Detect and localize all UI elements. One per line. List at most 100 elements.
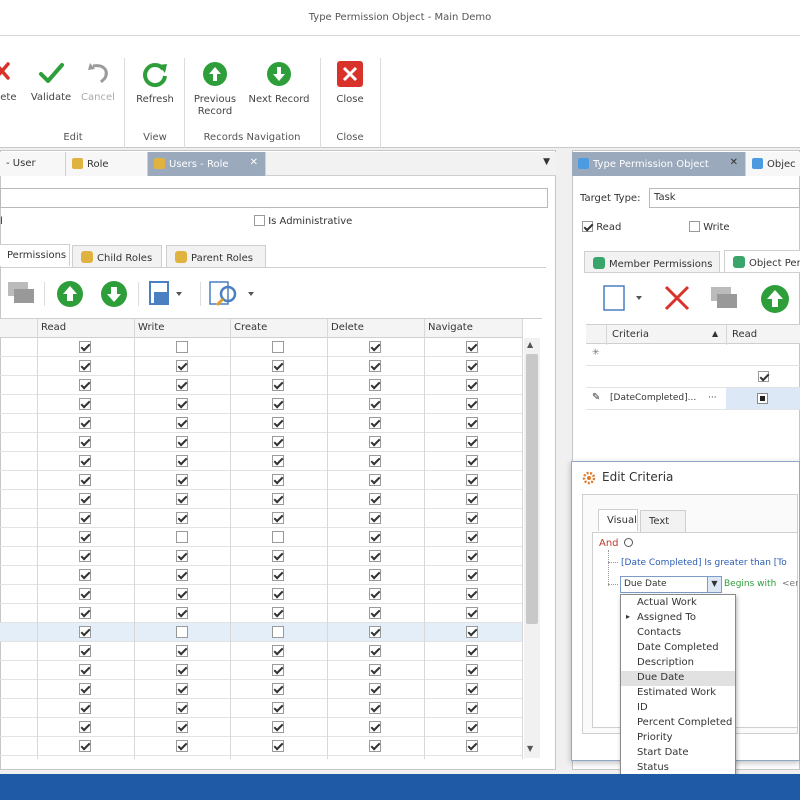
permission-checkbox[interactable] [369,417,381,429]
permission-checkbox[interactable] [176,417,188,429]
sort-asc-icon[interactable]: ▲ [712,329,718,338]
permission-checkbox[interactable] [369,379,381,391]
permission-checkbox[interactable] [79,455,91,467]
table-row[interactable] [0,471,522,490]
tab-user[interactable]: - User [0,152,66,176]
permission-checkbox[interactable] [369,588,381,600]
permission-checkbox[interactable] [176,626,188,638]
tab-close-icon[interactable]: ✕ [730,157,738,168]
permission-checkbox[interactable] [272,683,284,695]
table-row[interactable] [0,642,522,661]
permission-checkbox[interactable] [466,436,478,448]
permission-checkbox[interactable] [466,398,478,410]
cancel-button[interactable]: Cancel [78,60,118,104]
permission-checkbox[interactable] [272,474,284,486]
tab-child-roles[interactable]: Child Roles [72,245,162,267]
permission-checkbox[interactable] [79,569,91,581]
permission-checkbox[interactable] [79,493,91,505]
permission-checkbox[interactable] [272,740,284,752]
tab-permissions[interactable]: Permissions [0,244,70,266]
table-row[interactable] [0,414,522,433]
permission-checkbox[interactable] [272,455,284,467]
grid-scrollbar[interactable]: ▲ ▼ [524,338,540,758]
criteria-read-cell[interactable] [726,388,800,409]
permission-checkbox[interactable] [79,379,91,391]
permission-checkbox[interactable] [369,645,381,657]
permission-checkbox[interactable] [466,531,478,543]
name-field[interactable] [0,188,548,208]
tab-type-permission-object[interactable]: Type Permission Object ✕ [572,152,746,176]
permission-checkbox[interactable] [369,531,381,543]
permission-checkbox[interactable] [369,740,381,752]
permission-checkbox[interactable] [466,740,478,752]
table-row[interactable] [0,376,522,395]
permission-checkbox[interactable] [272,588,284,600]
previous-record-button[interactable]: Previous Record [190,60,240,118]
permission-checkbox[interactable] [369,664,381,676]
permission-checkbox[interactable] [79,683,91,695]
permission-checkbox[interactable] [369,569,381,581]
column-header-write[interactable]: Write [138,322,164,333]
permission-checkbox[interactable] [79,436,91,448]
table-row[interactable] [0,338,522,357]
permission-checkbox[interactable] [176,341,188,353]
permission-checkbox[interactable] [79,417,91,429]
permission-checkbox[interactable] [272,341,284,353]
new-button[interactable] [600,284,646,315]
table-row[interactable] [0,604,522,623]
permission-checkbox[interactable] [79,721,91,733]
permission-checkbox[interactable] [176,588,188,600]
dropdown-item[interactable]: Percent Completed [621,716,735,731]
permission-checkbox[interactable] [79,474,91,486]
field-combo[interactable]: Due Date ▼ [620,576,722,593]
permission-checkbox[interactable] [466,379,478,391]
permission-checkbox[interactable] [466,360,478,372]
table-row[interactable] [0,509,522,528]
permission-checkbox[interactable] [176,569,188,581]
criteria-row[interactable] [586,366,800,388]
permission-checkbox[interactable] [176,664,188,676]
move-up-button[interactable] [56,280,84,311]
read-box[interactable] [582,221,593,232]
move-up-row-button[interactable] [760,284,790,317]
permission-checkbox[interactable] [176,645,188,657]
permission-checkbox[interactable] [176,398,188,410]
permission-checkbox[interactable] [369,702,381,714]
table-row[interactable] [0,528,522,547]
permission-checkbox[interactable] [466,550,478,562]
dropdown-item[interactable]: Start Date [621,746,735,761]
is-administrative-checkbox[interactable]: Is Administrative [254,215,352,227]
read-checkbox[interactable]: Read [582,221,621,233]
permission-checkbox[interactable] [79,341,91,353]
ellipsis-button[interactable]: ··· [708,393,717,403]
permission-checkbox[interactable] [272,626,284,638]
permission-checkbox[interactable] [176,531,188,543]
refresh-button[interactable]: Refresh [132,60,178,106]
indeterminate-checkbox[interactable] [757,393,768,404]
permission-checkbox[interactable] [79,550,91,562]
scroll-down-icon[interactable]: ▼ [527,744,533,753]
permission-checkbox[interactable] [466,664,478,676]
new-row[interactable]: ✳ [586,344,800,366]
target-type-field[interactable]: Task [649,188,800,208]
permission-checkbox[interactable] [272,645,284,657]
table-row[interactable] [0,737,522,756]
permission-checkbox[interactable] [272,550,284,562]
permission-checkbox[interactable] [466,474,478,486]
permission-checkbox[interactable] [369,455,381,467]
permission-checkbox[interactable] [466,626,478,638]
permission-checkbox[interactable] [272,607,284,619]
permission-checkbox[interactable] [272,398,284,410]
permission-checkbox[interactable] [369,550,381,562]
table-row[interactable] [0,357,522,376]
delete-row-button[interactable] [662,284,692,315]
tab-object[interactable]: Objec [746,152,800,176]
table-row[interactable] [0,566,522,585]
filter-button[interactable] [208,280,258,311]
permission-checkbox[interactable] [79,645,91,657]
permission-checkbox[interactable] [176,607,188,619]
table-row[interactable] [0,547,522,566]
tab-users-role[interactable]: Users - Role ✕ [148,152,266,176]
validate-button[interactable]: Validate [28,60,74,104]
permission-checkbox[interactable] [176,493,188,505]
